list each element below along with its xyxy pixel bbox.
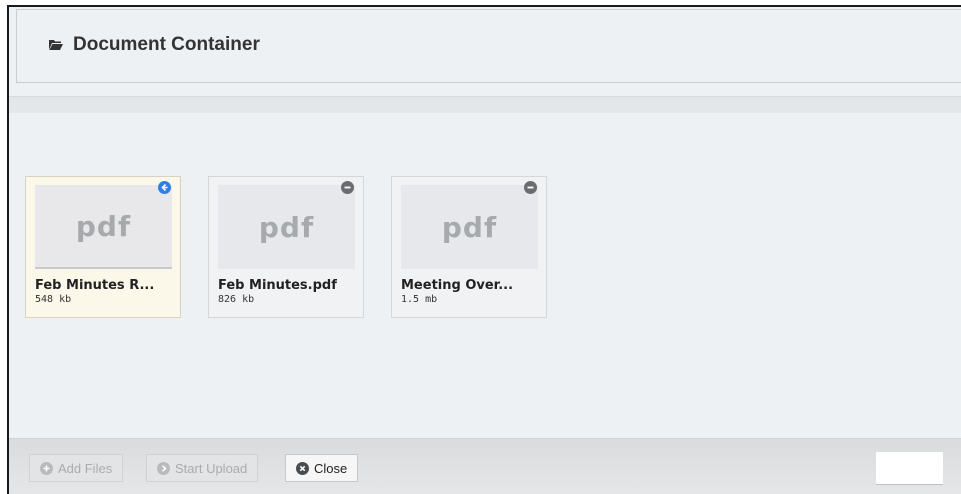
file-size: 826 kb [218,294,255,305]
page-title: Document Container [49,34,260,56]
footer-blank-panel [876,452,943,485]
close-circle-icon [296,461,309,475]
file-card[interactable]: pdf Meeting Over... 1.5 mb [391,176,547,318]
close-label: Close [314,460,348,476]
file-thumbnail: pdf [35,185,172,269]
page-title-text: Document Container [73,34,260,55]
arrow-right-circle-icon [157,461,170,475]
document-container-window: Document Container pdf Feb Minutes R... … [7,5,961,494]
file-name: Meeting Over... [401,278,514,293]
toolbar-strip [9,96,961,114]
file-size: 1.5 mb [401,294,438,305]
footer-toolbar: Add Files Start Upload Close [9,438,961,494]
remove-icon[interactable] [341,181,354,194]
file-type-label: pdf [75,209,132,243]
file-type-label: pdf [258,210,315,244]
file-thumbnail: pdf [401,185,538,269]
add-files-button[interactable]: Add Files [29,454,124,482]
file-list: pdf Feb Minutes R... 548 kb pdf Feb Minu… [9,113,961,438]
file-name: Feb Minutes.pdf [218,278,337,293]
file-name: Feb Minutes R... [35,278,155,293]
remove-icon[interactable] [524,181,537,194]
file-size: 548 kb [35,294,72,305]
window-header: Document Container [16,9,961,83]
file-card[interactable]: pdf Feb Minutes.pdf 826 kb [208,176,364,318]
file-thumbnail: pdf [218,185,355,269]
start-upload-label: Start Upload [175,460,248,476]
start-upload-button[interactable]: Start Upload [146,454,259,482]
upload-arrow-icon[interactable] [158,181,171,194]
folder-open-icon [49,39,63,51]
close-button[interactable]: Close [285,454,359,482]
file-card[interactable]: pdf Feb Minutes R... 548 kb [25,176,181,318]
plus-circle-icon [40,461,53,475]
add-files-label: Add Files [58,460,113,476]
file-type-label: pdf [441,210,498,244]
